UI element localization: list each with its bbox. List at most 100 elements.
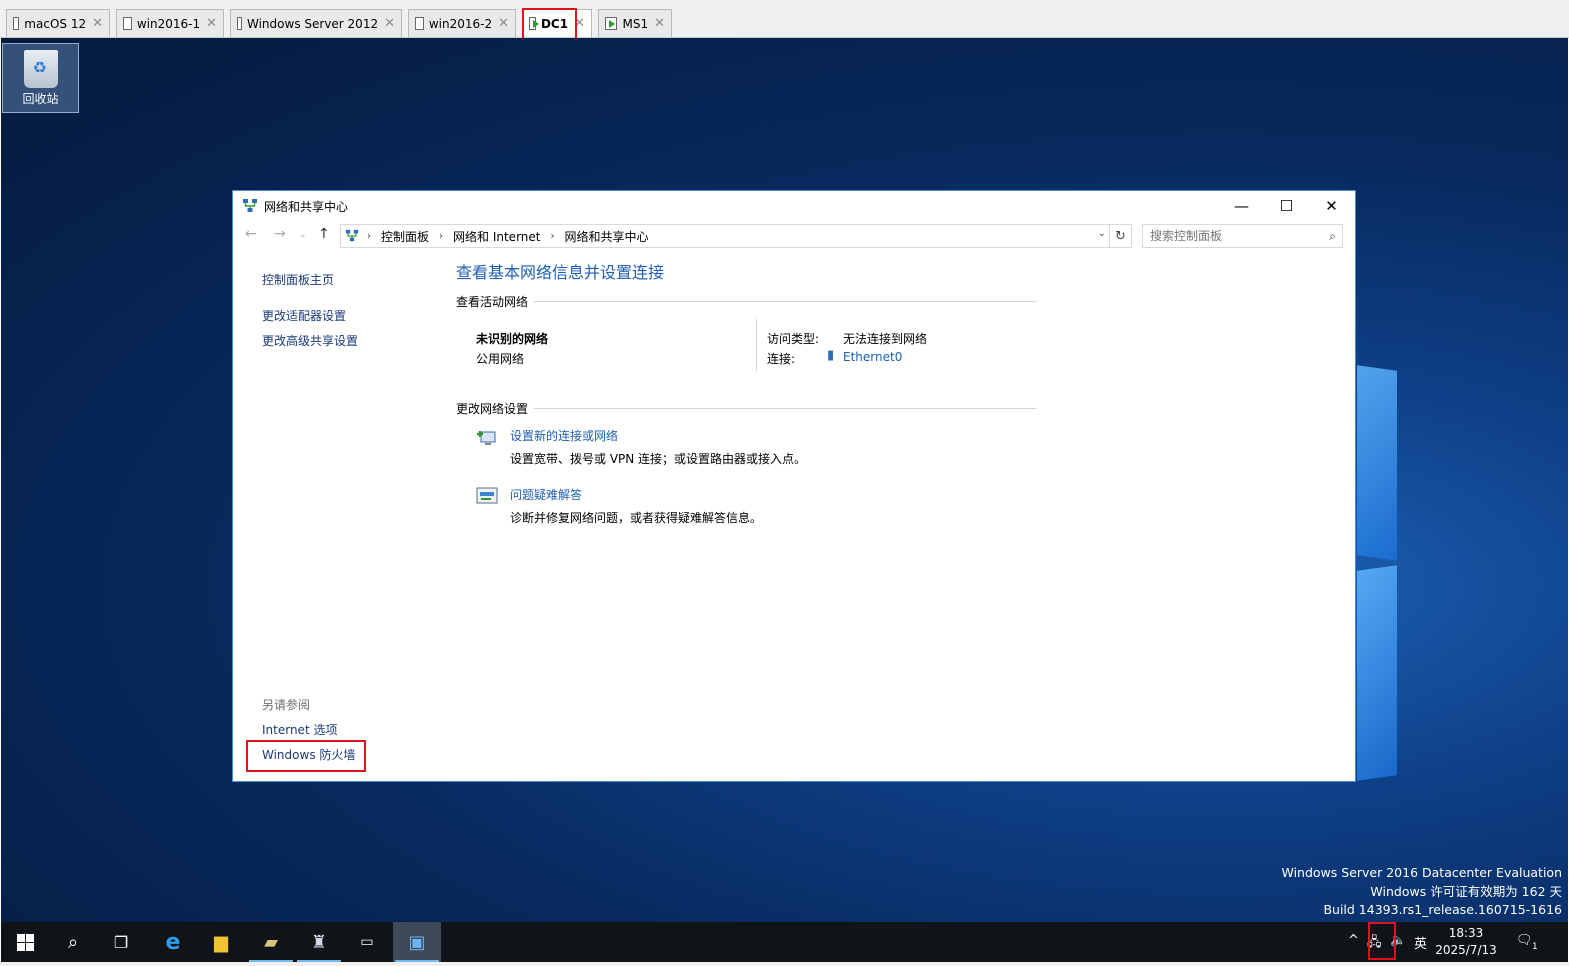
vm-tab-label: win2016-2 (428, 16, 493, 31)
recent-dropdown-icon[interactable]: ⌄ (299, 230, 307, 240)
vm-tab-label: win2016-1 (136, 16, 201, 31)
section-title: 查看活动网络 (456, 295, 529, 309)
server-manager-icon: ▰ (264, 931, 278, 953)
close-icon[interactable]: ✕ (92, 16, 103, 31)
watermark-line: Build 14393.rs1_release.160715-1616 (1323, 902, 1562, 917)
vm-icon (415, 17, 424, 30)
vm-icon (123, 17, 132, 30)
network-warning-icon[interactable]: 🖧 (1367, 933, 1382, 955)
ethernet-icon: ▮ (827, 348, 835, 363)
internet-explorer-icon: e (165, 929, 181, 955)
task-view-icon: ❐ (113, 932, 129, 952)
network-icon (243, 199, 257, 212)
window-title: 网络和共享中心 (264, 199, 349, 214)
control-panel-icon: ▣ (408, 931, 426, 953)
change-settings-header: 更改网络设置 (456, 400, 1036, 417)
minimize-button[interactable]: — (1219, 191, 1264, 221)
network-tool-icon: ♜ (310, 931, 328, 953)
network-profile[interactable]: 公用网络 (476, 350, 524, 367)
command-prompt-icon: ▭ (360, 934, 374, 950)
address-bar-row: ← → ⌄ ↑ › 控制面板 › 网络和 Internet › 网络和共享中心 … (233, 224, 1355, 248)
bottom-frame (0, 962, 1569, 966)
ethernet-connection-link[interactable]: Ethernet0 (843, 350, 902, 364)
network-name: 未识别的网络 (476, 332, 549, 346)
recycle-bin-label: 回收站 (22, 92, 59, 106)
chevron-down-icon[interactable]: ⌄ (1098, 228, 1106, 239)
chevron-up-icon[interactable]: ^ (1348, 933, 1359, 948)
refresh-button[interactable]: ↻ (1110, 224, 1132, 248)
breadcrumb-control-panel[interactable]: 控制面板 (381, 228, 429, 245)
setup-new-connection-link[interactable]: 设置新的连接或网络 (510, 427, 618, 444)
vm-icon (13, 17, 20, 30)
chevron-right-icon[interactable]: › (550, 231, 554, 242)
vm-tab-win2016-2[interactable]: win2016-2 ✕ (408, 9, 516, 37)
access-type-label: 访问类型: (767, 332, 820, 346)
vm-icon (237, 17, 242, 30)
close-icon[interactable]: ✕ (384, 16, 395, 31)
close-button[interactable]: ✕ (1309, 191, 1354, 221)
connection-label: 连接: (767, 352, 796, 366)
internet-explorer-button[interactable]: e (149, 922, 197, 962)
windows-logo-decoration (1357, 365, 1397, 561)
file-explorer-button[interactable]: ▆ (197, 922, 245, 962)
volume-muted-icon[interactable]: 🔈 (1390, 933, 1406, 948)
folder-icon: ▆ (214, 931, 228, 953)
recycle-bin[interactable]: 回收站 (2, 43, 79, 113)
close-icon[interactable]: ✕ (654, 16, 665, 31)
vm-running-icon (529, 17, 539, 30)
page-title: 查看基本网络信息并设置连接 (456, 263, 665, 282)
chevron-right-icon[interactable]: › (439, 231, 443, 242)
clock[interactable]: 18:33 2025/7/13 (1434, 925, 1498, 959)
close-icon[interactable]: ✕ (574, 16, 585, 31)
network-tool-button[interactable]: ♜ (295, 922, 343, 962)
search-icon: ⌕ (67, 931, 79, 953)
close-icon[interactable]: ✕ (206, 16, 217, 31)
vm-tab-dc1[interactable]: DC1 ✕ (522, 9, 592, 37)
vm-tab-win2016-1[interactable]: win2016-1 ✕ (116, 9, 224, 37)
back-arrow-icon[interactable]: ← (245, 226, 257, 242)
address-bar[interactable]: › 控制面板 › 网络和 Internet › 网络和共享中心 ⌄ (340, 224, 1110, 248)
troubleshoot-link[interactable]: 问题疑难解答 (510, 486, 582, 503)
network-icon (345, 229, 359, 242)
ime-indicator[interactable]: 英 (1414, 933, 1427, 952)
vm-tab-ms1[interactable]: MS1 ✕ (598, 9, 672, 37)
search-box[interactable]: ⌕ (1142, 224, 1343, 248)
breadcrumb-network-internet[interactable]: 网络和 Internet (453, 228, 540, 245)
chevron-right-icon[interactable]: › (367, 231, 371, 242)
breadcrumb-network-sharing-center[interactable]: 网络和共享中心 (564, 228, 648, 245)
close-icon[interactable]: ✕ (498, 16, 509, 31)
search-button[interactable]: ⌕ (49, 922, 97, 962)
windows-logo-decoration (1357, 565, 1397, 781)
command-prompt-button[interactable]: ▭ (343, 922, 391, 962)
up-arrow-icon[interactable]: ↑ (318, 226, 330, 242)
vm-tab-macos[interactable]: macOS 12 ✕ (6, 9, 110, 37)
maximize-button[interactable]: ☐ (1264, 191, 1309, 221)
control-panel-taskbar-button[interactable]: ▣ (393, 922, 441, 962)
server-manager-button[interactable]: ▰ (247, 922, 295, 962)
link-control-panel-home[interactable]: 控制面板主页 (262, 271, 334, 288)
recycle-bin-icon (23, 50, 58, 88)
start-button[interactable] (1, 922, 49, 962)
search-input[interactable] (1150, 229, 1320, 243)
windows-watermark: Windows Server 2016 Datacenter Evaluatio… (1281, 864, 1562, 920)
vm-tab-bar: macOS 12 ✕ win2016-1 ✕ Windows Server 20… (0, 0, 1569, 38)
link-change-advanced-sharing[interactable]: 更改高级共享设置 (262, 332, 358, 349)
watermark-line: Windows 许可证有效期为 162 天 (1370, 883, 1562, 899)
vm-tab-label: DC1 (540, 16, 569, 31)
title-bar[interactable]: 网络和共享中心 (233, 191, 1355, 221)
action-center-icon[interactable]: 🗨 (1516, 933, 1533, 948)
section-title: 更改网络设置 (456, 402, 529, 416)
forward-arrow-icon[interactable]: → (274, 226, 286, 242)
watermark-line: Windows Server 2016 Datacenter Evaluatio… (1281, 865, 1562, 880)
new-connection-icon (477, 431, 496, 445)
divider (756, 319, 757, 371)
search-icon[interactable]: ⌕ (1329, 229, 1336, 244)
clock-time: 18:33 (1448, 926, 1484, 940)
troubleshoot-desc: 诊断并修复网络问题，或者获得疑难解答信息。 (510, 511, 763, 525)
link-windows-firewall[interactable]: Windows 防火墙 (262, 746, 355, 763)
system-tray: ^ 🖧 🔈 英 18:33 2025/7/13 🗨 1 (1338, 922, 1568, 962)
vm-tab-windows-server-2012[interactable]: Windows Server 2012 ✕ (230, 9, 402, 37)
link-internet-options[interactable]: Internet 选项 (262, 721, 337, 738)
task-view-button[interactable]: ❐ (97, 922, 145, 962)
link-change-adapter-settings[interactable]: 更改适配器设置 (262, 307, 346, 324)
